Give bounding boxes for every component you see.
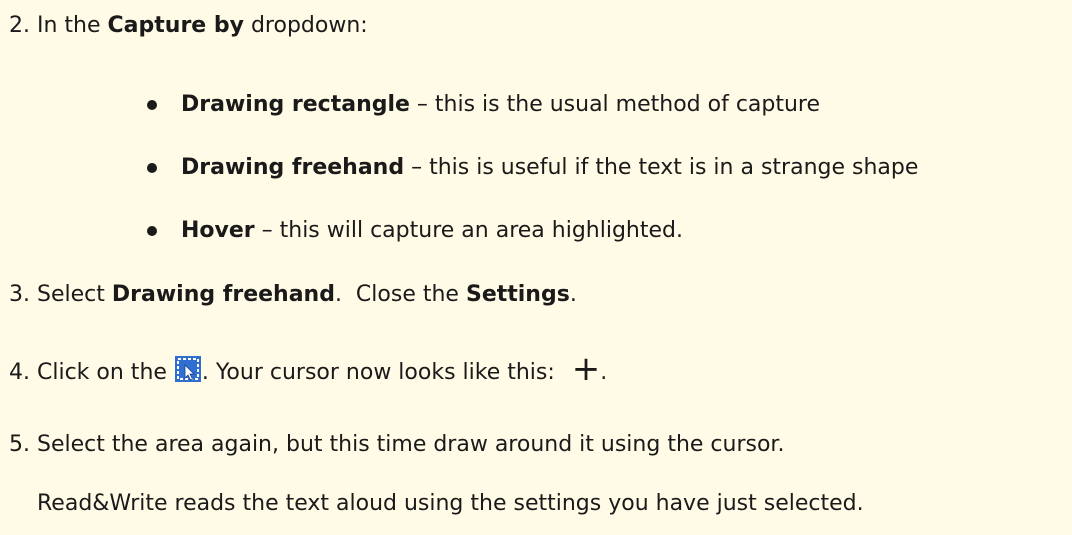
step-3: 3. Select Drawing freehand. Close the Set… xyxy=(9,281,577,309)
step-text: Click on the xyxy=(37,360,174,385)
step-2: 2. In the Capture by dropdown: xyxy=(9,12,368,40)
bullet-item-drawing-rectangle: Drawing rectangle – this is the usual me… xyxy=(181,91,820,119)
result-paragraph: Read&Write reads the text aloud using th… xyxy=(37,491,864,516)
step-emphasis: Capture by xyxy=(107,13,244,38)
step-text: . xyxy=(600,360,608,385)
step-text: Select the area again, but this time dra… xyxy=(37,432,785,457)
step-text: . Your cursor now looks like this: xyxy=(201,360,562,385)
crosshair-cursor-icon: + xyxy=(571,349,601,389)
step-4: 4. Click on the . Your cursor now looks l… xyxy=(9,349,608,389)
bullet-marker xyxy=(147,226,157,236)
step-emphasis: Drawing freehand xyxy=(111,282,335,307)
step-number: 3. xyxy=(9,282,30,307)
step-emphasis: Settings xyxy=(465,282,570,307)
step-text: dropdown: xyxy=(243,13,368,38)
step-text: . Close the xyxy=(334,282,466,307)
bullet-description: – this will capture an area highlighted. xyxy=(254,218,683,243)
bullet-term: Drawing rectangle xyxy=(181,92,410,117)
bullet-marker xyxy=(147,100,157,110)
step-number: 4. xyxy=(9,360,30,385)
bullet-description: – this is the usual method of capture xyxy=(409,92,821,117)
bullet-term: Drawing freehand xyxy=(181,155,405,180)
bullet-marker xyxy=(147,163,157,173)
screen-capture-icon xyxy=(174,356,201,382)
step-text: . xyxy=(569,282,577,307)
step-number: 5. xyxy=(9,432,30,457)
bullet-item-hover: Hover – this will capture an area highli… xyxy=(181,217,683,245)
instruction-page: 2. In the Capture by dropdown: Drawing re… xyxy=(0,0,1072,535)
bullet-description: – this is useful if the text is in a str… xyxy=(404,155,919,180)
bullet-term: Hover xyxy=(181,218,255,243)
bullet-item-drawing-freehand: Drawing freehand – this is useful if the… xyxy=(181,154,918,182)
step-number: 2. xyxy=(9,13,30,38)
step-text: In the xyxy=(37,13,108,38)
step-5: 5. Select the area again, but this time d… xyxy=(9,431,784,459)
step-text: Select xyxy=(37,282,112,307)
